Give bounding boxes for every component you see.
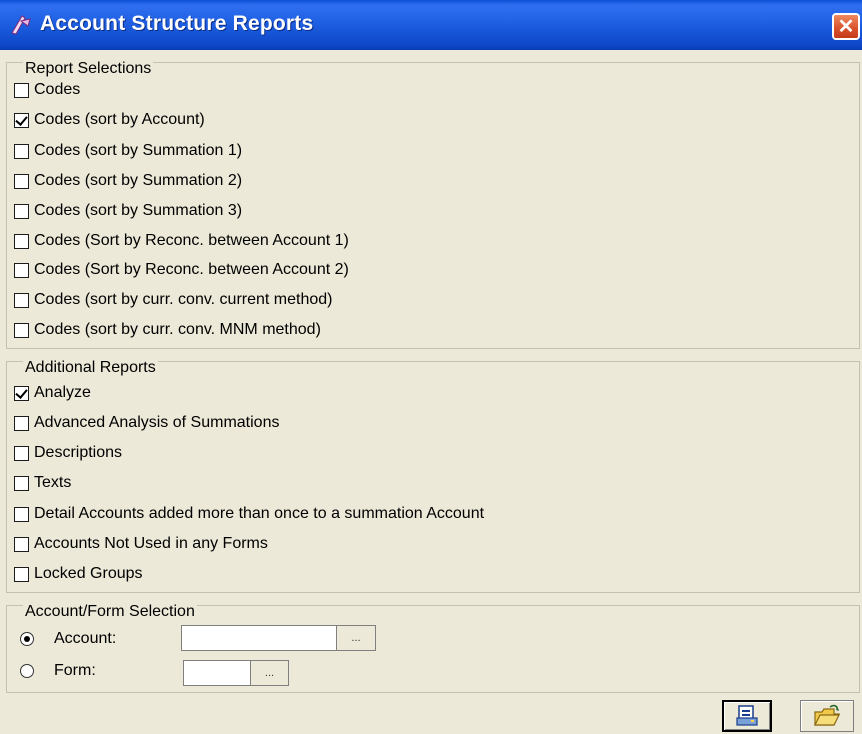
checkbox-label: Codes <box>34 81 81 98</box>
checkbox-label: Codes (Sort by Reconc. between Account 2… <box>34 261 349 278</box>
account-form-selection-legend: Account/Form Selection <box>23 603 197 620</box>
report-codes-by-reconc-1[interactable]: Codes (Sort by Reconc. between Account 1… <box>14 231 349 251</box>
print-preview-button[interactable] <box>722 700 772 732</box>
ellipsis-icon: ... <box>264 667 275 679</box>
open-button[interactable] <box>800 700 854 732</box>
checkbox[interactable] <box>14 203 29 219</box>
checkbox-label: Texts <box>34 474 72 491</box>
checkbox-label: Codes (sort by Account) <box>34 111 205 128</box>
checkbox-label: Codes (sort by Summation 1) <box>34 142 243 159</box>
checkbox-label: Codes (sort by curr. conv. current metho… <box>34 291 333 308</box>
form-label: Form: <box>54 662 96 679</box>
report-codes[interactable]: Codes <box>14 80 80 100</box>
print-preview-icon <box>736 705 758 726</box>
window-title: Account Structure Reports <box>40 12 314 35</box>
additional-analyze[interactable]: Analyze <box>14 383 91 403</box>
report-codes-by-reconc-2[interactable]: Codes (Sort by Reconc. between Account 2… <box>14 260 349 280</box>
checkbox[interactable] <box>14 82 29 98</box>
checkbox-label: Codes (Sort by Reconc. between Account 1… <box>34 232 349 249</box>
checkbox-label: Detail Accounts added more than once to … <box>34 505 485 522</box>
checkbox[interactable] <box>14 143 29 159</box>
checkbox[interactable] <box>14 536 29 552</box>
checkbox[interactable] <box>14 112 29 128</box>
form-radio-row[interactable]: Form: <box>20 661 96 681</box>
additional-descriptions[interactable]: Descriptions <box>14 443 122 463</box>
checkbox[interactable] <box>14 415 29 431</box>
additional-texts[interactable]: Texts <box>14 473 71 493</box>
report-codes-by-summation-3[interactable]: Codes (sort by Summation 3) <box>14 201 242 221</box>
checkbox-label: Codes (sort by Summation 3) <box>34 202 243 219</box>
additional-accounts-not-used[interactable]: Accounts Not Used in any Forms <box>14 534 268 554</box>
additional-reports-legend: Additional Reports <box>23 359 158 376</box>
close-icon: ✕ <box>837 15 855 38</box>
account-input[interactable] <box>181 625 337 651</box>
title-bar: Account Structure Reports ✕ <box>0 0 862 50</box>
app-icon <box>11 15 31 35</box>
checkbox[interactable] <box>14 566 29 582</box>
checkbox[interactable] <box>14 233 29 249</box>
checkbox[interactable] <box>14 292 29 308</box>
report-codes-by-summation-2[interactable]: Codes (sort by Summation 2) <box>14 171 242 191</box>
report-codes-by-curr-conv-mnm[interactable]: Codes (sort by curr. conv. MNM method) <box>14 320 321 340</box>
account-label: Account: <box>54 630 117 647</box>
form-radio[interactable] <box>20 664 34 678</box>
checkbox-label: Codes (sort by curr. conv. MNM method) <box>34 321 321 338</box>
checkbox[interactable] <box>14 475 29 491</box>
checkbox-label: Descriptions <box>34 444 123 461</box>
additional-advanced-analysis[interactable]: Advanced Analysis of Summations <box>14 413 279 433</box>
checkbox-label: Analyze <box>34 384 91 401</box>
checkbox-label: Accounts Not Used in any Forms <box>34 535 268 552</box>
checkbox-label: Advanced Analysis of Summations <box>34 414 280 431</box>
checkbox[interactable] <box>14 262 29 278</box>
report-selections-legend: Report Selections <box>23 60 154 77</box>
report-codes-by-curr-conv-current[interactable]: Codes (sort by curr. conv. current metho… <box>14 290 332 310</box>
account-radio[interactable] <box>20 632 34 646</box>
additional-detail-accounts[interactable]: Detail Accounts added more than once to … <box>14 504 484 524</box>
checkbox[interactable] <box>14 445 29 461</box>
checkbox-label: Locked Groups <box>34 565 143 582</box>
checkbox[interactable] <box>14 506 29 522</box>
report-codes-by-summation-1[interactable]: Codes (sort by Summation 1) <box>14 141 242 161</box>
checkbox[interactable] <box>14 173 29 189</box>
checkbox[interactable] <box>14 385 29 401</box>
checkbox-label: Codes (sort by Summation 2) <box>34 172 243 189</box>
account-radio-row[interactable]: Account: <box>20 629 116 649</box>
additional-reports-group: Additional Reports <box>6 359 860 593</box>
checkbox[interactable] <box>14 322 29 338</box>
account-form-selection-group: Account/Form Selection <box>6 603 860 693</box>
account-browse-button[interactable]: ... <box>336 625 376 651</box>
open-folder-icon <box>814 704 840 726</box>
form-input[interactable] <box>183 660 251 686</box>
form-browse-button[interactable]: ... <box>250 660 289 686</box>
additional-locked-groups[interactable]: Locked Groups <box>14 564 143 584</box>
close-button[interactable]: ✕ <box>832 13 860 40</box>
ellipsis-icon: ... <box>351 632 361 644</box>
report-codes-by-account[interactable]: Codes (sort by Account) <box>14 110 205 130</box>
